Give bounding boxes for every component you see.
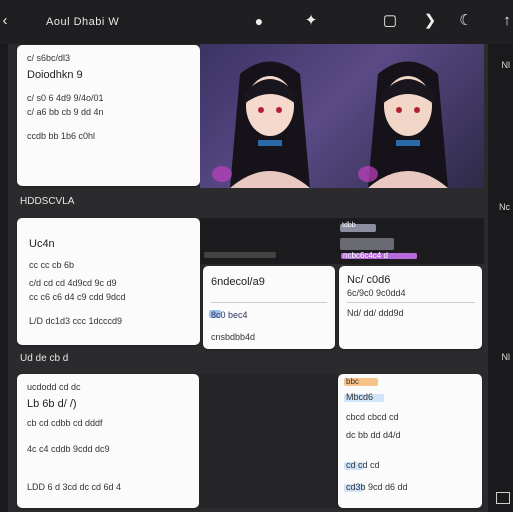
card-line: LDD 6 d 3cd dc cd 6d 4 (27, 482, 122, 492)
card-line: L/D dc1d3 ccc 1dcccd9 (29, 316, 123, 326)
empty-panel (200, 374, 338, 508)
card-line: 4c c4 cddb 9cdd dc9 (27, 444, 110, 454)
share-icon[interactable]: ↑ (498, 13, 513, 29)
card-heading: Nc/ c0d6 (347, 274, 391, 286)
card-heading: Doiodhkn 9 (27, 69, 83, 81)
card-line: c/ s0 6 4d9 9/4o/01 (27, 93, 104, 103)
card-line: dc bb dd d4/d (346, 430, 401, 440)
right-label[interactable]: Nc (499, 202, 510, 212)
card-heading: Uc4n (29, 238, 55, 250)
title-bar: ‹ Aoul Dhabi W ● ✦ ▢ ❯ ☾ ↑ (0, 0, 513, 44)
card-line: ccdb bb 1b6 c0hl (27, 131, 96, 141)
accent-label: ncbc6c4c4 d (343, 251, 388, 260)
moon-icon[interactable]: ☾ (457, 13, 475, 29)
card-heading: Mbcd6 (346, 392, 374, 402)
card-line: cb cd cdbb cd dddf (27, 418, 103, 428)
square-icon[interactable]: ▢ (381, 13, 399, 29)
card-line: cd3b 9cd d6 dd (346, 482, 408, 492)
header-line (204, 252, 276, 258)
card-line: cc cc cb 6b (29, 260, 75, 270)
section-label: Ud de cb d (20, 353, 69, 364)
card-5[interactable]: ucdodd cd dc Lb 6b d/ /) cb cd cdbb cd d… (17, 374, 199, 508)
card-6[interactable]: bbc Mbcd6 cbcd cbcd cd dc bb dd d4/d cd … (338, 374, 482, 508)
card-4[interactable]: ncbc6c4c4 d Nc/ c0d6 6c/9c0 9c0dd4 Nd/ d… (339, 251, 482, 349)
anime-portrait-image (200, 44, 484, 188)
header-block (340, 238, 394, 250)
portrait-illustration (212, 61, 448, 188)
card-line: cbcd cbcd cd (346, 412, 399, 422)
card-heading: 6ndecol/a9 (211, 276, 265, 288)
spark-icon[interactable]: ✦ (302, 13, 320, 29)
right-label[interactable]: Nl (502, 60, 511, 70)
card-line: cd cd cd (346, 460, 380, 470)
app-title: Aoul Dhabi W (46, 16, 120, 28)
card-line: c/ a6 bb cb 9 dd 4n (27, 107, 104, 117)
card-line: c/ s6bc/dl3 (27, 53, 71, 63)
card-line: Nd/ dd/ ddd9d (347, 308, 404, 318)
card-line: c/d cd cd 4d9cd 9c d9 (29, 278, 117, 288)
section-label: HDDSCVLA (20, 196, 75, 207)
card-2[interactable]: Uc4n cc cc cb 6b c/d cd cd 4d9cd 9c d9 c… (17, 218, 200, 345)
card-heading: Lb 6b d/ /) (27, 398, 77, 410)
arrow-icon[interactable]: ❯ (421, 13, 439, 29)
tag-label: bbc (346, 377, 359, 386)
card-3[interactable]: 6ndecol/a9 8c0 bec4 cnsbdbb4d (203, 266, 335, 349)
card-line: ucdodd cd dc (27, 382, 81, 392)
divider (347, 302, 475, 303)
record-icon[interactable]: ● (250, 13, 268, 29)
card-line: cc c6 c6 d4 c9 cdd 9dcd (29, 292, 126, 302)
grid-icon[interactable] (496, 492, 510, 504)
right-label[interactable]: Nl (502, 352, 511, 362)
back-icon[interactable]: ‹ (0, 13, 14, 29)
accent-label: 8c0 bec4 (211, 310, 248, 320)
divider (211, 302, 327, 303)
card-line: cnsbdbb4d (211, 332, 256, 342)
card-1[interactable]: c/ s6bc/dl3 Doiodhkn 9 c/ s0 6 4d9 9/4o/… (17, 45, 200, 186)
card-line: 6c/9c0 9c0dd4 (347, 288, 406, 298)
chip-label: tdbb (342, 222, 356, 229)
left-edge (0, 44, 8, 512)
right-sidebar: Nl Nc Nl (488, 44, 513, 512)
